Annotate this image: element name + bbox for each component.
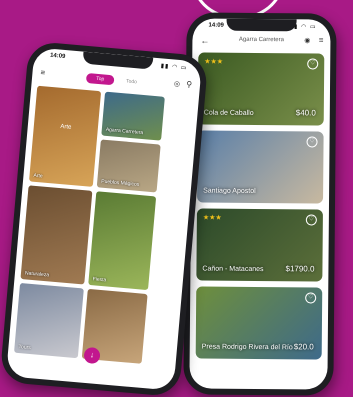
category-tile[interactable]: Pueblos Mágicos <box>96 139 161 193</box>
category-tile[interactable]: Agarra Carretera <box>101 91 165 141</box>
tab-todo[interactable]: Todo <box>126 76 138 87</box>
search-icon[interactable]: ⚲ <box>186 80 193 89</box>
gear-icon[interactable]: ◉ <box>304 36 310 44</box>
card-name: Cañon - Matacanes <box>202 265 264 274</box>
front-phone: 14:09 ▮▮ ◠ ▭ ≡ Top Todo ◎ ⚲ Arte Arte Agar… <box>0 40 209 397</box>
tile-label: Naturaleza <box>24 270 50 279</box>
heart-icon[interactable]: ♡ <box>305 292 317 304</box>
menu-icon[interactable]: ≡ <box>319 36 324 45</box>
status-time: 14:09 <box>208 22 224 29</box>
notch <box>226 18 297 32</box>
card-name: Presa Rodrigo Rivera del Río <box>201 343 293 352</box>
back-header: ← Agarra Carretera ◉ ≡ <box>192 34 330 49</box>
place-card[interactable]: ♡ Presa Rodrigo Rivera del Río $20.0 <box>195 286 323 360</box>
card-price: $1790.0 <box>285 264 315 274</box>
category-tile[interactable]: Arte Arte <box>28 85 102 187</box>
front-phone-screen: 14:09 ▮▮ ◠ ▭ ≡ Top Todo ◎ ⚲ Arte Arte Agar… <box>5 47 203 391</box>
tile-label: Arte <box>33 172 43 180</box>
category-tile[interactable]: Fiesta <box>88 191 157 291</box>
back-phone: 14:09 ▮▮ ◠ ▭ ← Agarra Carretera ◉ ≡ ★★★ ♡… <box>183 12 337 396</box>
category-tile[interactable]: Naturaleza <box>20 185 93 285</box>
heart-icon[interactable]: ♡ <box>307 58 319 70</box>
card-price: $20.0 <box>293 342 314 352</box>
heart-icon[interactable]: ♡ <box>305 214 317 226</box>
tab-top[interactable]: Top <box>85 72 115 86</box>
heart-icon[interactable]: ♡ <box>306 136 318 148</box>
card-name: Santiago Apostol <box>203 187 256 195</box>
place-card[interactable]: ★★★ ♡ Cañon - Matacanes $1790.0 <box>196 208 323 282</box>
status-icons: ▮▮ ◠ ▭ <box>160 63 188 72</box>
rating-stars: ★★★ <box>204 58 224 66</box>
tile-grid: Arte Arte Agarra Carretera Pueblos Mágicos N… <box>12 85 192 385</box>
tile-label: Fiesta <box>92 276 107 284</box>
bell-icon[interactable]: ◎ <box>174 80 181 89</box>
place-card[interactable]: ♡ Santiago Apostol <box>197 130 324 204</box>
category-tile[interactable]: Tours <box>14 282 84 359</box>
menu-icon[interactable]: ≡ <box>40 68 45 77</box>
card-name: Cola de Caballo <box>203 109 254 117</box>
place-card[interactable]: ★★★ ♡ Cola de Caballo $40.0 <box>197 52 325 126</box>
tile-label: Tours <box>18 344 31 352</box>
card-price: $40.0 <box>295 108 316 118</box>
rating-stars: ★★★ <box>202 214 222 222</box>
tile-center-text: Arte <box>60 123 72 131</box>
status-time: 14:09 <box>49 52 66 61</box>
tile-label: Agarra Carretera <box>105 126 144 137</box>
back-phone-screen: 14:09 ▮▮ ◠ ▭ ← Agarra Carretera ◉ ≡ ★★★ ♡… <box>189 18 331 390</box>
tile-label: Pueblos Mágicos <box>100 178 140 188</box>
